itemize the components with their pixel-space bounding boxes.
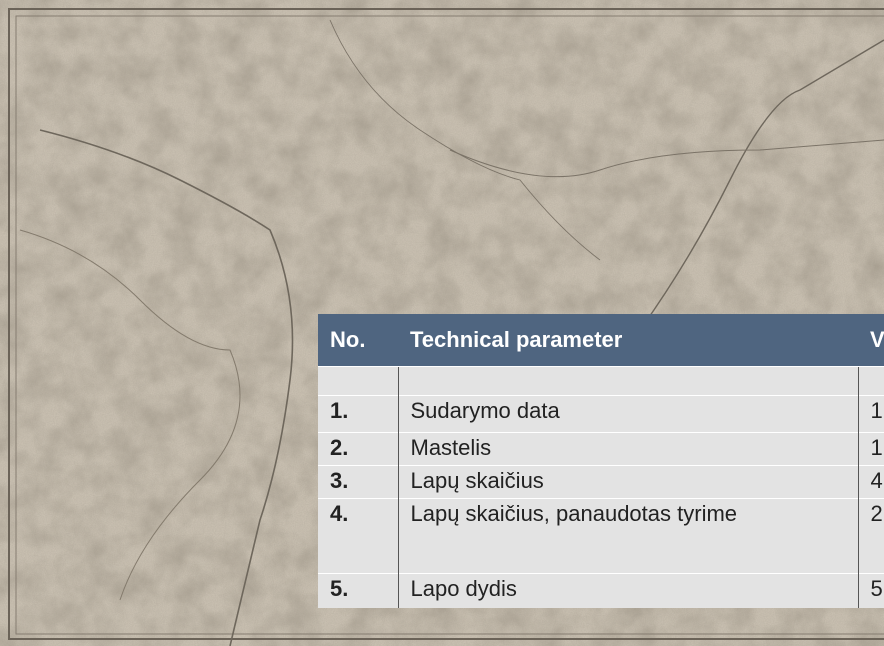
row-number: 5. — [318, 573, 398, 608]
row-value: 1 — [857, 395, 884, 433]
row-parameter: Lapų skaičius, panaudotas tyrime — [397, 498, 858, 574]
row-value: 5 — [857, 573, 884, 608]
row-value: 2 — [857, 498, 884, 574]
header-no: No. — [318, 314, 398, 367]
row-number: 1. — [318, 395, 398, 433]
table-row: 2. Mastelis 1 — [318, 432, 884, 466]
technical-parameters-table: No. Technical parameter V 1. Sudarymo da… — [318, 314, 884, 646]
row-number: 3. — [318, 465, 398, 499]
table-spacer-row — [318, 366, 884, 396]
row-value: 4 — [857, 465, 884, 499]
table-header-row: No. Technical parameter V — [318, 314, 884, 367]
row-parameter: Mastelis — [397, 432, 858, 466]
header-technical-parameter: Technical parameter — [398, 314, 858, 367]
row-parameter: Sudarymo data — [397, 395, 858, 433]
header-value: V — [858, 314, 884, 367]
table-row: 4. Lapų skaičius, panaudotas tyrime 2 — [318, 498, 884, 574]
row-value: 1 — [857, 432, 884, 466]
row-parameter: Lapų skaičius — [397, 465, 858, 499]
row-parameter: Lapo dydis — [397, 573, 858, 608]
table-row: 1. Sudarymo data 1 — [318, 395, 884, 433]
row-number: 2. — [318, 432, 398, 466]
row-number: 4. — [318, 498, 398, 574]
table-row: 5. Lapo dydis 5 — [318, 573, 884, 608]
table-row: 3. Lapų skaičius 4 — [318, 465, 884, 499]
